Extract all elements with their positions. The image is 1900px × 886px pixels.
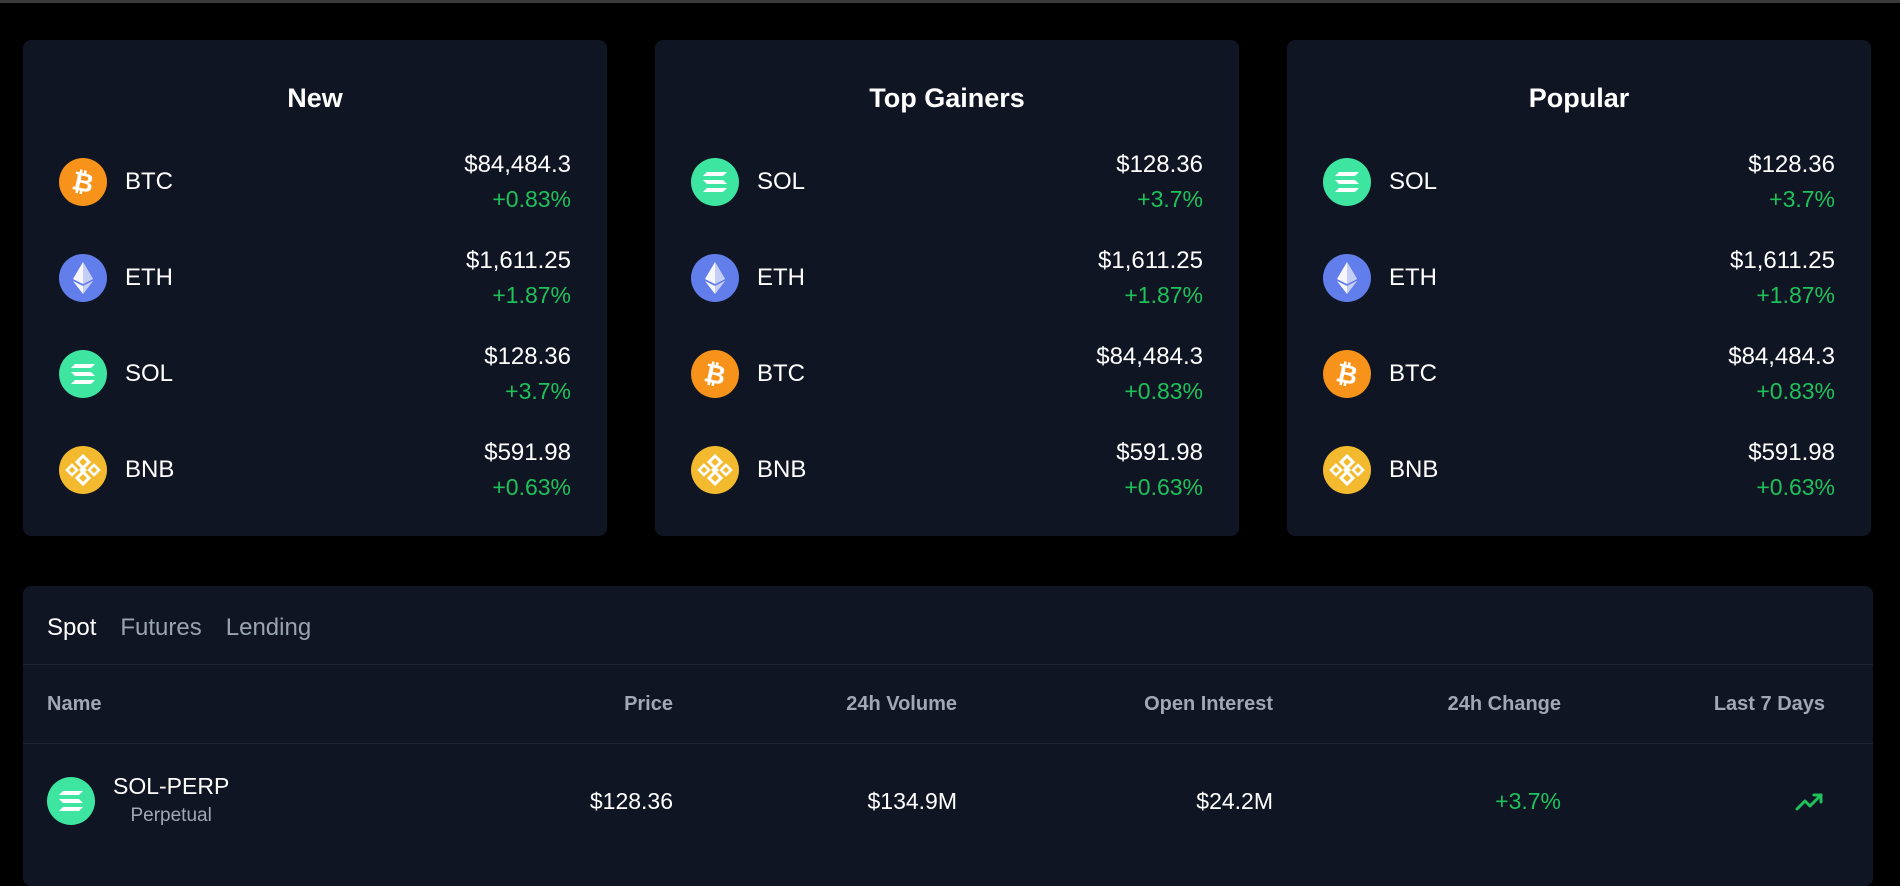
solana-icon xyxy=(1323,158,1371,206)
coin-row[interactable]: BNB $591.98 +0.63% xyxy=(1323,422,1835,518)
coin-price: $1,611.25 xyxy=(1730,247,1835,274)
coin-row[interactable]: ₿ BTC $84,484.3 +0.83% xyxy=(1323,326,1835,422)
coin-row[interactable]: ETH $1,611.25 +1.87% xyxy=(691,230,1203,326)
coin-change: +0.83% xyxy=(1756,378,1835,404)
tab-futures[interactable]: Futures xyxy=(120,614,201,642)
card-new: New ₿ BTC $84,484.3 +0.83% ETH $1,611.25 +1.87… xyxy=(23,40,607,536)
coin-price: $128.36 xyxy=(484,343,571,370)
coin-row[interactable]: BNB $591.98 +0.63% xyxy=(59,422,571,518)
card-title: Popular xyxy=(1528,83,1630,113)
card-top-gainers: Top Gainers SOL $128.36 +3.7% ETH $1,611.25 +… xyxy=(655,40,1239,536)
coin-row[interactable]: ₿ BTC $84,484.3 +0.83% xyxy=(59,134,571,230)
bnb-icon xyxy=(59,446,107,494)
coin-row[interactable]: SOL $128.36 +3.7% xyxy=(691,134,1203,230)
card-popular: Popular SOL $128.36 +3.7% ETH $1,611.25 +1.87… xyxy=(1287,40,1871,536)
markets-table-panel: Spot Futures Lending Name Price 24h Volu… xyxy=(23,586,1873,886)
coin-change: +1.87% xyxy=(1124,282,1203,308)
coin-price: $1,611.25 xyxy=(1098,247,1203,274)
row-open-interest: $24.2M xyxy=(1196,787,1273,814)
header-open-interest[interactable]: Open Interest xyxy=(957,693,1273,716)
bitcoin-icon: ₿ xyxy=(59,158,107,206)
header-24h-volume[interactable]: 24h Volume xyxy=(673,693,957,716)
coin-price: $84,484.3 xyxy=(1728,343,1835,370)
solana-icon xyxy=(691,158,739,206)
solana-icon xyxy=(47,777,95,825)
trending-up-icon xyxy=(1561,788,1849,815)
header-name[interactable]: Name xyxy=(23,693,473,716)
coin-price: $128.36 xyxy=(1748,151,1835,178)
coin-change: +0.63% xyxy=(492,474,571,500)
coin-row[interactable]: ETH $1,611.25 +1.87% xyxy=(59,230,571,326)
row-volume: $134.9M xyxy=(867,787,957,814)
bitcoin-icon: ₿ xyxy=(1323,350,1371,398)
coin-row[interactable]: ₿ BTC $84,484.3 +0.83% xyxy=(691,326,1203,422)
coin-price: $591.98 xyxy=(484,439,571,466)
coin-price: $591.98 xyxy=(1116,439,1203,466)
coin-symbol: SOL xyxy=(125,360,174,387)
coin-change: +3.7% xyxy=(1137,186,1203,212)
bnb-icon xyxy=(1323,446,1371,494)
card-title: Top Gainers xyxy=(869,83,1025,113)
coin-symbol: BNB xyxy=(125,456,175,483)
coin-symbol: SOL xyxy=(757,168,806,195)
header-price[interactable]: Price xyxy=(473,693,673,716)
coin-symbol: ETH xyxy=(125,264,173,291)
bitcoin-icon: ₿ xyxy=(691,350,739,398)
coin-row[interactable]: SOL $128.36 +3.7% xyxy=(1323,134,1835,230)
coin-symbol: ETH xyxy=(757,264,805,291)
tab-lending[interactable]: Lending xyxy=(226,614,311,642)
ethereum-icon xyxy=(1323,254,1371,302)
name-cell: SOL-PERP Perpetual xyxy=(23,771,473,831)
pair-type: Perpetual xyxy=(130,805,212,826)
window-top-border xyxy=(0,0,1900,3)
coin-symbol: SOL xyxy=(1389,168,1438,195)
coin-change: +1.87% xyxy=(492,282,571,308)
coin-change: +0.63% xyxy=(1756,474,1835,500)
coin-row[interactable]: SOL $128.36 +3.7% xyxy=(59,326,571,422)
row-change: +3.7% xyxy=(1495,787,1561,814)
coin-row[interactable]: BNB $591.98 +0.63% xyxy=(691,422,1203,518)
row-price: $128.36 xyxy=(589,787,673,814)
coin-symbol: BTC xyxy=(125,168,173,195)
tab-spot[interactable]: Spot xyxy=(47,614,96,642)
table-row[interactable]: SOL-PERP Perpetual $128.36 $134.9M $24.2… xyxy=(23,744,1873,858)
coin-symbol: BNB xyxy=(1389,456,1439,483)
coin-price: $128.36 xyxy=(1116,151,1203,178)
coin-price: $84,484.3 xyxy=(1096,343,1203,370)
coin-change: +3.7% xyxy=(505,378,571,404)
coin-row[interactable]: ETH $1,611.25 +1.87% xyxy=(1323,230,1835,326)
coin-symbol: BTC xyxy=(1389,360,1437,387)
coin-price: $1,611.25 xyxy=(466,247,571,274)
solana-icon xyxy=(59,350,107,398)
market-tabs: Spot Futures Lending xyxy=(23,586,1873,642)
coin-change: +0.83% xyxy=(1124,378,1203,404)
coin-change: +0.63% xyxy=(1124,474,1203,500)
header-last-7-days: Last 7 Days xyxy=(1713,692,1825,715)
card-title: New xyxy=(287,83,343,113)
pair-name[interactable]: SOL-PERP xyxy=(113,771,229,801)
market-cards: New ₿ BTC $84,484.3 +0.83% ETH $1,611.25 +1.87… xyxy=(23,40,1873,536)
coin-symbol: ETH xyxy=(1389,264,1437,291)
coin-change: +3.7% xyxy=(1769,186,1835,212)
coin-change: +0.83% xyxy=(492,186,571,212)
table-header: Name Price 24h Volume Open Interest 24h … xyxy=(23,665,1873,743)
coin-price: $591.98 xyxy=(1748,439,1835,466)
coin-symbol: BTC xyxy=(757,360,805,387)
ethereum-icon xyxy=(59,254,107,302)
coin-change: +1.87% xyxy=(1756,282,1835,308)
header-24h-change[interactable]: 24h Change xyxy=(1273,693,1561,716)
bnb-icon xyxy=(691,446,739,494)
ethereum-icon xyxy=(691,254,739,302)
coin-symbol: BNB xyxy=(757,456,807,483)
coin-price: $84,484.3 xyxy=(464,151,571,178)
